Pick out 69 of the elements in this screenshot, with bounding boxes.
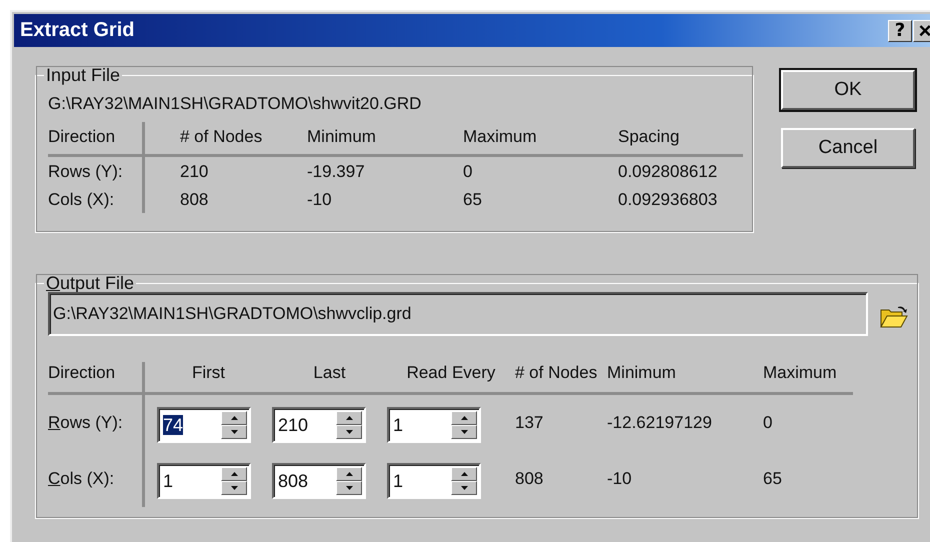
- up-triangle-icon: [460, 416, 468, 420]
- spin-down-button[interactable]: [221, 481, 247, 495]
- row-label: Cols (X):: [48, 451, 145, 507]
- column-header: First: [145, 362, 272, 395]
- group-label: Output File: [45, 273, 136, 294]
- column-header: Spacing: [618, 122, 743, 157]
- table-cell-text: 210: [179, 161, 210, 183]
- table-cell-text: 137: [515, 412, 544, 434]
- down-triangle-icon: [346, 430, 352, 434]
- group-label: Input File: [45, 65, 122, 86]
- table-cell-text: 0.092808612: [618, 161, 718, 183]
- table-cell-text: 65: [463, 189, 483, 211]
- table-cell-text: -12.62197129: [607, 412, 713, 434]
- spin-down-button[interactable]: [336, 425, 362, 439]
- spin-up-button[interactable]: [221, 411, 247, 425]
- spin-field[interactable]: 210: [272, 407, 366, 443]
- column-header: Maximum: [463, 122, 618, 157]
- spin-up-button[interactable]: [336, 467, 362, 481]
- column-header: # of Nodes: [515, 362, 607, 395]
- up-triangle-icon: [346, 472, 352, 476]
- column-header: Direction: [48, 362, 145, 395]
- column-header: Direction: [48, 122, 145, 157]
- table-cell-text: 0.092936803: [618, 189, 718, 211]
- help-button[interactable]: ?: [888, 20, 912, 42]
- spin-field[interactable]: 74: [157, 407, 251, 443]
- up-triangle-icon: [230, 416, 238, 420]
- spin-up-button[interactable]: [451, 411, 477, 425]
- cancel-button[interactable]: Cancel: [781, 128, 915, 168]
- table-cell-text: 808: [179, 189, 210, 211]
- table-cell-text: 0: [463, 161, 474, 183]
- down-triangle-icon: [460, 430, 468, 434]
- spin-up-button[interactable]: [221, 467, 247, 481]
- spin-down-button[interactable]: [451, 481, 477, 495]
- column-header: Last: [272, 362, 387, 395]
- down-triangle-icon: [230, 486, 238, 490]
- spin-field[interactable]: 1: [157, 463, 251, 499]
- spin-field[interactable]: 808: [272, 463, 366, 499]
- spin-down-button[interactable]: [451, 425, 477, 439]
- spin-up-button[interactable]: [451, 467, 477, 481]
- up-triangle-icon: [460, 472, 468, 476]
- table-cell-text: -19.397: [307, 161, 366, 183]
- up-triangle-icon: [346, 416, 352, 420]
- column-header: Minimum: [607, 362, 763, 395]
- column-header: Maximum: [763, 362, 853, 395]
- spin-down-button[interactable]: [336, 481, 362, 495]
- path-field[interactable]: G:\RAY32\MAIN1SH\GRADTOMO\shwvclip.grd: [48, 292, 868, 336]
- table-cell-text: 808: [515, 468, 544, 490]
- spin-field[interactable]: 1: [387, 407, 481, 443]
- ok-button[interactable]: OK: [781, 70, 915, 110]
- row-label: Rows (Y):: [48, 157, 145, 185]
- row-label: Cols (X):: [48, 185, 145, 213]
- table-cell-text: -10: [307, 189, 333, 211]
- column-header: Read Every: [387, 362, 515, 395]
- row-label: Rows (Y):: [48, 395, 145, 451]
- table-cell-text: 65: [763, 468, 783, 490]
- file-path: G:\RAY32\MAIN1SH\GRADTOMO\shwvit20.GRD: [48, 94, 422, 114]
- down-triangle-icon: [460, 486, 468, 490]
- column-header: # of Nodes: [145, 122, 307, 157]
- spin-down-button[interactable]: [221, 425, 247, 439]
- column-header: Minimum: [307, 122, 463, 157]
- open-folder-icon[interactable]: [880, 305, 908, 329]
- spin-up-button[interactable]: [336, 411, 362, 425]
- spin-field[interactable]: 1: [387, 463, 481, 499]
- window-title: Extract Grid: [20, 19, 136, 42]
- table-cell-text: 0: [763, 412, 774, 434]
- up-triangle-icon: [230, 472, 238, 476]
- down-triangle-icon: [230, 430, 238, 434]
- down-triangle-icon: [346, 486, 352, 490]
- table-cell-text: -10: [607, 468, 633, 490]
